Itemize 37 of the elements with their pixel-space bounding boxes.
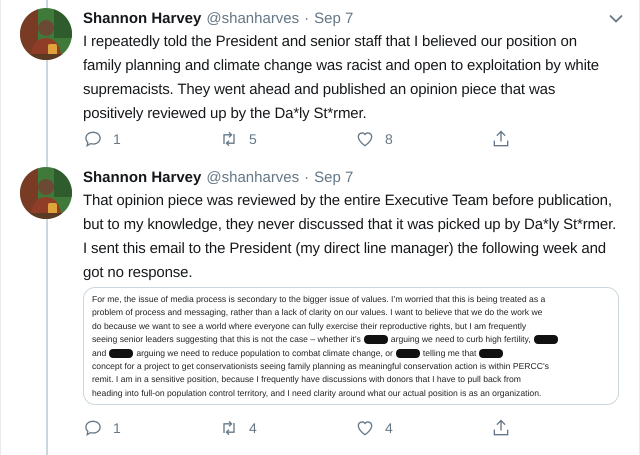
email-text: remit. I am in a sensitive position, because I frequently have discussions with donors that I have to pull back from xyxy=(92,373,521,386)
email-text: telling me that xyxy=(422,346,476,360)
redaction-mark xyxy=(479,348,504,358)
tweet-date[interactable]: Sep 7 xyxy=(314,8,354,30)
speech-bubble-icon xyxy=(83,418,103,438)
like-button[interactable]: 4 xyxy=(355,418,491,439)
redaction-mark xyxy=(109,348,134,358)
tweet-text: I repeatedly told the President and senior staff that I believed our position on family planning and climate change was racist and open to exploitation by white supremacists. They went ahead and published an opinion piece that was positively reviewed up by the Da*ly St*rmer. xyxy=(83,32,600,124)
reply-button[interactable]: 1 xyxy=(83,418,219,439)
email-text: For me, the issue of media process is secondary to the bigger issue of values. I’m worried that this is being treated as a xyxy=(92,293,546,306)
email-text: and xyxy=(92,346,106,360)
separator-dot: · xyxy=(304,168,310,188)
tweet-date[interactable]: Sep 7 xyxy=(314,167,354,189)
redaction-mark xyxy=(534,335,558,344)
reply-button[interactable]: 1 xyxy=(83,128,219,150)
email-text: arguing we need to reduce population to combat climate change, or xyxy=(136,346,393,360)
author-handle[interactable]: @shanharves xyxy=(206,167,300,189)
redaction-mark xyxy=(396,348,420,358)
share-icon xyxy=(491,418,511,438)
author-name[interactable]: Shannon Harvey xyxy=(83,8,202,30)
email-text: problem of process and messaging, rather than a lack of clarity on our values. I want to believe that we do the work we xyxy=(92,306,542,320)
email-text: arguing we need to curb high fertility, xyxy=(390,333,531,346)
redaction-mark xyxy=(364,335,388,344)
separator-dot: · xyxy=(304,9,310,29)
email-text: seeing senior leaders suggesting that this is not the case – whether it’s xyxy=(92,333,361,346)
email-text: concept for a project to get conservationists seeing family planning as meaningful conservation action is within PERCC’s xyxy=(92,360,549,374)
author-name[interactable]: Shannon Harvey xyxy=(83,167,202,189)
share-icon xyxy=(491,129,511,149)
speech-bubble-icon xyxy=(83,129,103,149)
email-text: do because we want to see a world where everyone can fully exercise their reproductive rights, but I am frequently xyxy=(92,320,526,333)
tweet-text: That opinion piece was reviewed by the entire Executive Team before publication, but to my knowledge, they never discussed that it was picked up by Da*ly St*rmer. I sent this email to the President (my direct line manager) the following week and got no response. xyxy=(83,191,618,283)
retweet-button[interactable]: 5 xyxy=(219,128,355,150)
like-button[interactable]: 8 xyxy=(355,128,491,150)
chevron-down-icon[interactable] xyxy=(609,14,623,24)
email-text: heading into full-on population control territory, and I need clarity around what our actual position is as an organization. xyxy=(92,386,542,400)
retweet-button[interactable]: 4 xyxy=(219,418,355,439)
author-handle[interactable]: @shanharves xyxy=(206,8,300,30)
